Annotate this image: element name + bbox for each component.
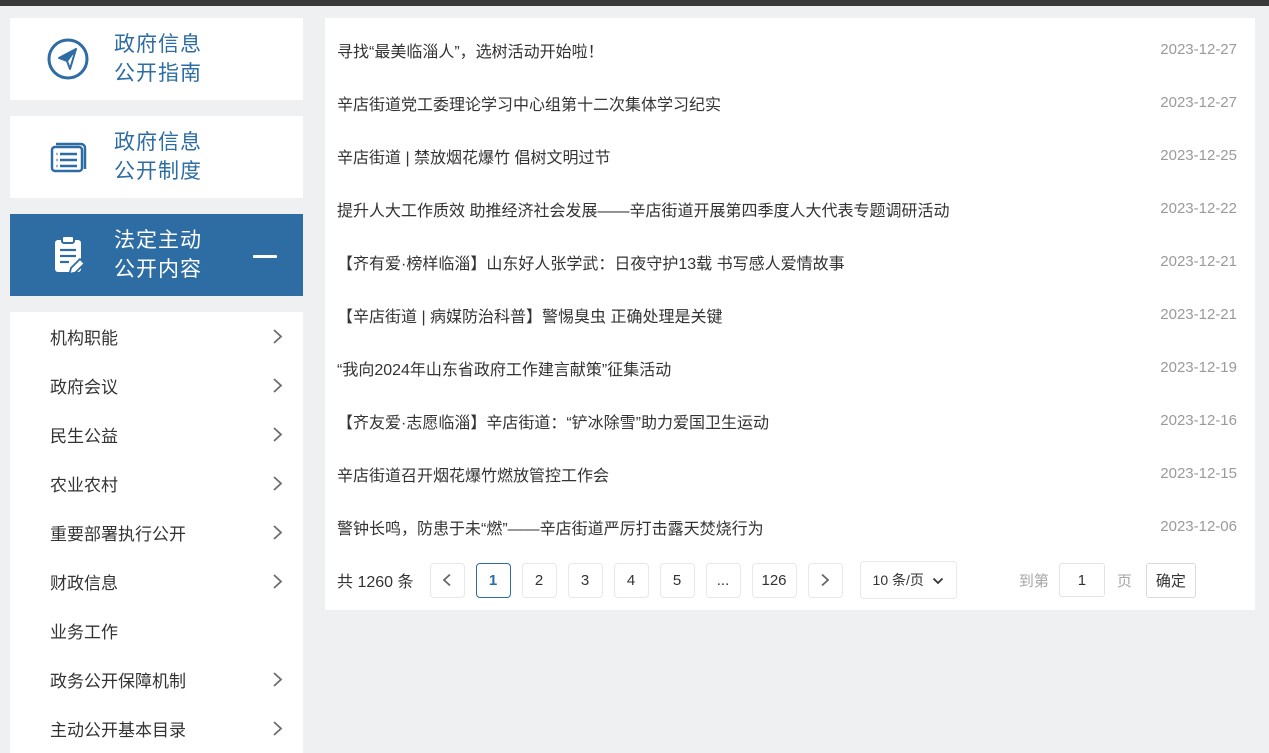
article-title-link[interactable]: 辛店街道 | 禁放烟花爆竹 倡树文明过节 (337, 144, 611, 168)
menu-item-label: 政府会议 (50, 373, 118, 398)
article-title-link[interactable]: 寻找“最美临淄人”，选树活动开始啦！ (337, 38, 604, 62)
chevron-right-icon (820, 573, 830, 587)
article-title-link[interactable]: 提升人大工作质效 助推经济社会发展——辛店街道开展第四季度人大代表专题调研活动 (337, 197, 949, 221)
goto-page-suffix: 页 (1117, 570, 1132, 591)
article-list-panel: 寻找“最美临淄人”，选树活动开始啦！ 2023-12-27 辛店街道党工委理论学… (325, 18, 1255, 610)
card-label-line1: 政府信息 (114, 30, 202, 59)
sidebar-card-label: 政府信息 公开指南 (114, 30, 202, 88)
article-row[interactable]: 【齐友爱·志愿临淄】辛店街道：“铲冰除雪”助力爱国卫生运动 2023-12-16 (325, 394, 1255, 447)
sidebar-menu: 机构职能 政府会议 民生公益 (10, 312, 303, 753)
article-list: 寻找“最美临淄人”，选树活动开始啦！ 2023-12-27 辛店街道党工委理论学… (325, 23, 1255, 553)
page-size-select[interactable]: 10 条/页 (860, 561, 957, 599)
page-number-buttons: 12345... 126 (476, 563, 808, 598)
article-date: 2023-12-27 (1160, 94, 1237, 111)
menu-item-label: 业务工作 (50, 618, 118, 643)
collapse-minus-icon[interactable] (253, 255, 277, 258)
page-number-button[interactable]: 3 (568, 563, 603, 598)
article-title-link[interactable]: 警钟长鸣，防患于未“燃”——辛店街道严厉打击露天焚烧行为 (337, 515, 764, 539)
sidebar-menu-item[interactable]: 政务公开保障机制 (10, 655, 303, 704)
article-date: 2023-12-25 (1160, 147, 1237, 164)
page-number-button[interactable]: 126 (752, 563, 797, 598)
article-date: 2023-12-22 (1160, 200, 1237, 217)
article-row[interactable]: 【齐有爱·榜样临淄】山东好人张学武：日夜守护13载 书写感人爱情故事 2023-… (325, 235, 1255, 288)
article-date: 2023-12-21 (1160, 253, 1237, 270)
goto-confirm-button[interactable]: 确定 (1146, 563, 1196, 598)
article-row[interactable]: 寻找“最美临淄人”，选树活动开始啦！ 2023-12-27 (325, 23, 1255, 76)
page-number-button[interactable]: 4 (614, 563, 649, 598)
chevron-right-icon (272, 524, 283, 541)
sidebar: 政府信息 公开指南 政府信息 公开制度 (10, 18, 303, 753)
article-title-link[interactable]: “我向2024年山东省政府工作建言献策”征集活动 (337, 356, 671, 380)
article-date: 2023-12-19 (1160, 359, 1237, 376)
sidebar-card-label: 法定主动 公开内容 (114, 226, 202, 284)
menu-item-label: 财政信息 (50, 569, 118, 594)
sidebar-card-label: 政府信息 公开制度 (114, 128, 202, 186)
sidebar-menu-item[interactable]: 机构职能 (10, 312, 303, 361)
prev-page-button[interactable] (430, 563, 465, 598)
page-number-button[interactable]: 2 (522, 563, 557, 598)
card-label-line1: 法定主动 (114, 226, 202, 255)
total-count: 共 1260 条 (337, 568, 414, 592)
menu-item-label: 主动公开基本目录 (50, 716, 186, 741)
article-title-link[interactable]: 【齐有爱·榜样临淄】山东好人张学武：日夜守护13载 书写感人爱情故事 (337, 250, 845, 274)
sidebar-menu-item[interactable]: 民生公益 (10, 410, 303, 459)
card-label-line1: 政府信息 (114, 128, 202, 157)
menu-item-label: 农业农村 (50, 471, 118, 496)
article-row[interactable]: 警钟长鸣，防患于未“燃”——辛店街道严厉打击露天焚烧行为 2023-12-06 (325, 500, 1255, 553)
article-date: 2023-12-15 (1160, 465, 1237, 482)
sidebar-menu-item[interactable]: 主动公开基本目录 (10, 704, 303, 753)
notebook-icon (44, 133, 92, 181)
chevron-right-icon (272, 377, 283, 394)
article-row[interactable]: “我向2024年山东省政府工作建言献策”征集活动 2023-12-19 (325, 341, 1255, 394)
clipboard-pencil-icon (44, 231, 92, 279)
article-title-link[interactable]: 辛店街道党工委理论学习中心组第十二次集体学习纪实 (337, 91, 721, 115)
compass-icon (44, 35, 92, 83)
article-title-link[interactable]: 【辛店街道 | 病媒防治科普】警惕臭虫 正确处理是关键 (337, 303, 723, 327)
pagination-bar: 共 1260 条 12345... 126 10 条/页 (337, 560, 1255, 600)
sidebar-card-disclosure-system[interactable]: 政府信息 公开制度 (10, 116, 303, 198)
menu-item-label: 机构职能 (50, 324, 118, 349)
sidebar-menu-item[interactable]: 政府会议 (10, 361, 303, 410)
menu-item-label: 重要部署执行公开 (50, 520, 186, 545)
article-date: 2023-12-27 (1160, 41, 1237, 58)
article-row[interactable]: 辛店街道党工委理论学习中心组第十二次集体学习纪实 2023-12-27 (325, 76, 1255, 129)
article-row[interactable]: 提升人大工作质效 助推经济社会发展——辛店街道开展第四季度人大代表专题调研活动 … (325, 182, 1255, 235)
sidebar-menu-item[interactable]: 财政信息 (10, 557, 303, 606)
chevron-right-icon (272, 671, 283, 688)
card-label-line2: 公开指南 (114, 59, 202, 88)
chevron-left-icon (442, 573, 452, 587)
sidebar-menu-item[interactable]: 业务工作 (10, 606, 303, 655)
card-label-line2: 公开制度 (114, 157, 202, 186)
article-row[interactable]: 辛店街道 | 禁放烟花爆竹 倡树文明过节 2023-12-25 (325, 129, 1255, 182)
article-title-link[interactable]: 【齐友爱·志愿临淄】辛店街道：“铲冰除雪”助力爱国卫生运动 (337, 409, 769, 433)
sidebar-menu-item[interactable]: 农业农村 (10, 459, 303, 508)
menu-item-label: 政务公开保障机制 (50, 667, 186, 692)
article-date: 2023-12-06 (1160, 518, 1237, 535)
article-date: 2023-12-16 (1160, 412, 1237, 429)
chevron-down-icon (932, 572, 944, 588)
article-title-link[interactable]: 辛店街道召开烟花爆竹燃放管控工作会 (337, 462, 609, 486)
chevron-right-icon (272, 573, 283, 590)
page-number-button[interactable]: ... (706, 563, 741, 598)
card-label-line2: 公开内容 (114, 255, 202, 284)
article-row[interactable]: 【辛店街道 | 病媒防治科普】警惕臭虫 正确处理是关键 2023-12-21 (325, 288, 1255, 341)
sidebar-card-disclosure-guide[interactable]: 政府信息 公开指南 (10, 18, 303, 100)
menu-item-label: 民生公益 (50, 422, 118, 447)
article-row[interactable]: 辛店街道召开烟花爆竹燃放管控工作会 2023-12-15 (325, 447, 1255, 500)
sidebar-menu-item[interactable]: 重要部署执行公开 (10, 508, 303, 557)
chevron-right-icon (272, 426, 283, 443)
chevron-right-icon (272, 720, 283, 737)
chevron-right-icon (272, 475, 283, 492)
top-bar (0, 0, 1269, 6)
goto-page-input[interactable] (1059, 563, 1105, 597)
article-date: 2023-12-21 (1160, 306, 1237, 323)
next-page-button[interactable] (808, 563, 843, 598)
page-size-label: 10 条/页 (873, 570, 924, 590)
sidebar-card-statutory-disclosure[interactable]: 法定主动 公开内容 (10, 214, 303, 296)
chevron-right-icon (272, 328, 283, 345)
page-number-button[interactable]: 5 (660, 563, 695, 598)
goto-page-prefix: 到第 (1019, 570, 1049, 591)
page-number-button[interactable]: 1 (476, 563, 511, 598)
